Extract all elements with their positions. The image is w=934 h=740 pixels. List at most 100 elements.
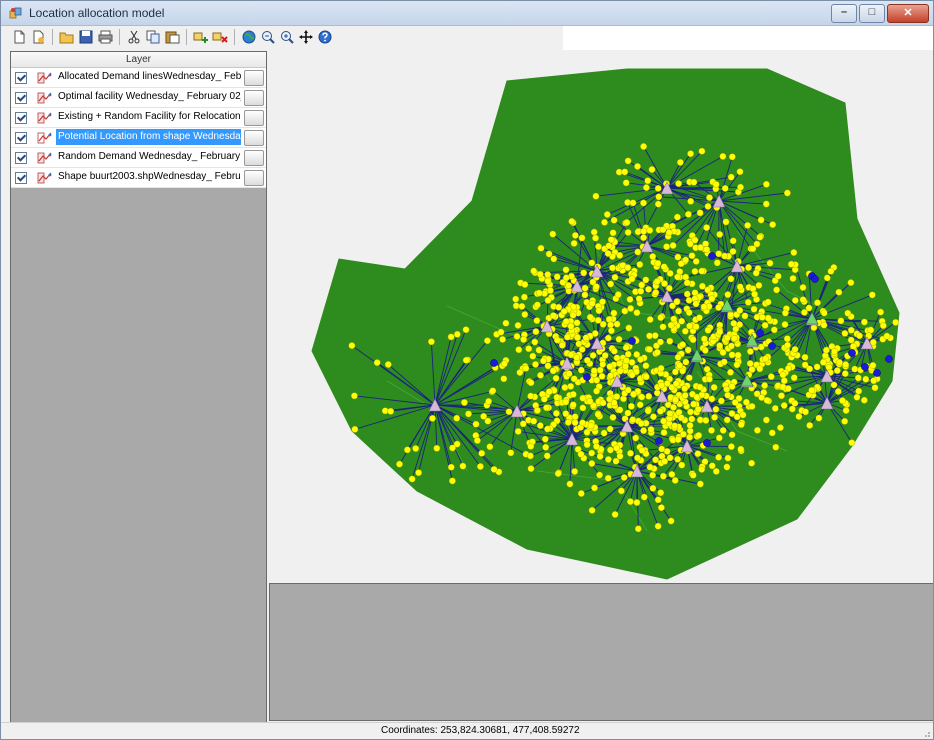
- demand-point: [748, 459, 755, 467]
- demand-point: [856, 332, 863, 340]
- minimize-button[interactable]: –: [831, 4, 857, 23]
- demand-point: [571, 419, 579, 426]
- map-view[interactable]: [267, 51, 933, 581]
- demand-point: [566, 480, 574, 488]
- demand-point: [543, 404, 550, 412]
- window-controls: – □ ✕: [831, 4, 929, 23]
- demand-point: [653, 348, 661, 356]
- demand-point: [561, 384, 569, 391]
- layer-options-button[interactable]: [244, 130, 264, 146]
- pan-button[interactable]: [298, 29, 314, 45]
- demand-point: [795, 413, 803, 420]
- demand-point: [778, 392, 785, 400]
- layer-options-button[interactable]: [244, 70, 264, 86]
- demand-point: [539, 357, 547, 365]
- demand-point: [549, 312, 557, 319]
- demand-point: [739, 411, 747, 419]
- demand-point: [638, 393, 646, 401]
- demand-point: [746, 348, 754, 355]
- demand-point: [648, 166, 656, 173]
- demand-point: [674, 273, 681, 281]
- close-button[interactable]: ✕: [887, 4, 929, 23]
- layer-row[interactable]: Random Demand Wednesday_ February 02...: [11, 148, 266, 168]
- demand-point: [485, 397, 493, 405]
- app-window: Location allocation model – □ ✕ Layer Al…: [0, 0, 934, 740]
- layer-row[interactable]: Shape buurt2003.shpWednesday_ Februar...: [11, 168, 266, 188]
- demand-point: [606, 363, 614, 370]
- demand-point: [692, 300, 700, 308]
- demand-point: [351, 425, 359, 433]
- zoom-in-button[interactable]: [279, 29, 295, 45]
- print-button[interactable]: [97, 29, 113, 45]
- paste-button[interactable]: [164, 29, 180, 45]
- open-file-button[interactable]: [30, 29, 46, 45]
- demand-point: [530, 267, 538, 275]
- zoom-out-button[interactable]: [260, 29, 276, 45]
- demand-point: [634, 248, 642, 256]
- toolbar-separator: [52, 29, 53, 45]
- save-button[interactable]: [78, 29, 94, 45]
- open-folder-button[interactable]: [59, 29, 75, 45]
- layer-row[interactable]: Potential Location from shape Wednesday_: [11, 128, 266, 148]
- full-extent-button[interactable]: [241, 29, 257, 45]
- demand-point: [753, 426, 761, 434]
- resize-grip-icon[interactable]: [921, 728, 931, 738]
- layer-options-button[interactable]: [244, 90, 264, 106]
- remove-layer-button[interactable]: [212, 29, 228, 45]
- demand-point: [640, 227, 648, 235]
- demand-point: [578, 234, 586, 242]
- layer-visibility-checkbox[interactable]: [15, 112, 27, 124]
- demand-point: [617, 487, 625, 495]
- demand-point: [564, 418, 572, 426]
- demand-point: [784, 341, 791, 349]
- demand-point: [562, 398, 570, 406]
- demand-point: [613, 320, 621, 328]
- demand-point: [605, 242, 613, 250]
- demand-point: [681, 385, 689, 392]
- demand-point: [607, 372, 614, 380]
- map-canvas[interactable]: [267, 51, 933, 581]
- demand-point: [727, 275, 735, 283]
- layer-column-header[interactable]: Layer: [11, 52, 266, 68]
- demand-point: [396, 460, 403, 468]
- demand-point: [784, 189, 791, 197]
- demand-point: [717, 397, 725, 405]
- layer-row[interactable]: Optimal facility Wednesday_ February 02_…: [11, 88, 266, 108]
- layer-visibility-checkbox[interactable]: [15, 92, 27, 104]
- title-bar[interactable]: Location allocation model – □ ✕: [1, 1, 933, 26]
- demand-point: [820, 321, 828, 329]
- demand-point: [505, 408, 513, 416]
- facility-point: [583, 373, 591, 381]
- demand-point: [684, 346, 692, 354]
- demand-point: [708, 395, 716, 403]
- demand-point: [868, 291, 876, 299]
- demand-point: [674, 253, 682, 261]
- demand-point: [654, 496, 662, 504]
- demand-point: [592, 234, 599, 242]
- layer-visibility-checkbox[interactable]: [15, 172, 27, 184]
- identify-button[interactable]: [317, 29, 333, 45]
- demand-point: [512, 295, 520, 303]
- demand-point: [674, 436, 682, 443]
- demand-point: [791, 399, 799, 407]
- layer-options-button[interactable]: [244, 110, 264, 126]
- layer-options-button[interactable]: [244, 150, 264, 166]
- cut-button[interactable]: [126, 29, 142, 45]
- copy-button[interactable]: [145, 29, 161, 45]
- layer-row[interactable]: Allocated Demand linesWednesday_ Febru..…: [11, 68, 266, 88]
- demand-point: [768, 429, 776, 437]
- layer-options-button[interactable]: [244, 170, 264, 186]
- demand-point: [579, 404, 587, 412]
- demand-point: [715, 453, 722, 461]
- layer-visibility-checkbox[interactable]: [15, 132, 27, 144]
- maximize-button[interactable]: □: [859, 4, 885, 23]
- demand-point: [642, 276, 650, 284]
- demand-point: [706, 194, 713, 202]
- demand-point: [586, 313, 594, 321]
- layer-visibility-checkbox[interactable]: [15, 72, 27, 84]
- layer-visibility-checkbox[interactable]: [15, 152, 27, 164]
- layer-row[interactable]: Existing + Random Facility for Relocatio…: [11, 108, 266, 128]
- demand-point: [682, 273, 690, 281]
- add-layer-button[interactable]: [193, 29, 209, 45]
- new-file-button[interactable]: [11, 29, 27, 45]
